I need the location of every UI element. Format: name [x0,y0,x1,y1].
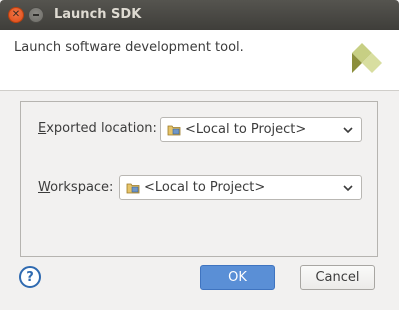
window-title: Launch SDK [54,7,142,22]
workspace-label: Workspace: [38,180,114,195]
workspace-value: <Local to Project> [144,180,266,195]
window-minimize-button[interactable] [28,7,44,23]
close-icon: ✕ [11,9,21,20]
folder-icon [126,183,140,193]
help-button[interactable]: ? [19,266,41,288]
xilinx-logo-icon [352,43,382,73]
launch-sdk-dialog: ✕ Launch SDK Launch software development… [0,0,399,310]
window-close-button[interactable]: ✕ [8,7,24,23]
settings-group: Exported location: <Local to Project> Wo… [20,101,378,257]
cancel-button[interactable]: Cancel [300,265,375,290]
dialog-header: Launch software development tool. [0,30,399,91]
exported-location-label: Exported location: [38,121,157,136]
exported-location-value: <Local to Project> [185,122,307,137]
chevron-down-icon [343,127,353,134]
minimize-icon [33,14,39,16]
help-icon: ? [26,269,34,285]
workspace-combo[interactable]: <Local to Project> [119,175,362,200]
chevron-down-icon [343,185,353,192]
exported-location-combo[interactable]: <Local to Project> [160,117,362,142]
title-bar: ✕ Launch SDK [0,0,399,30]
ok-button[interactable]: OK [200,265,275,290]
folder-icon [167,125,181,135]
header-message: Launch software development tool. [14,40,244,55]
